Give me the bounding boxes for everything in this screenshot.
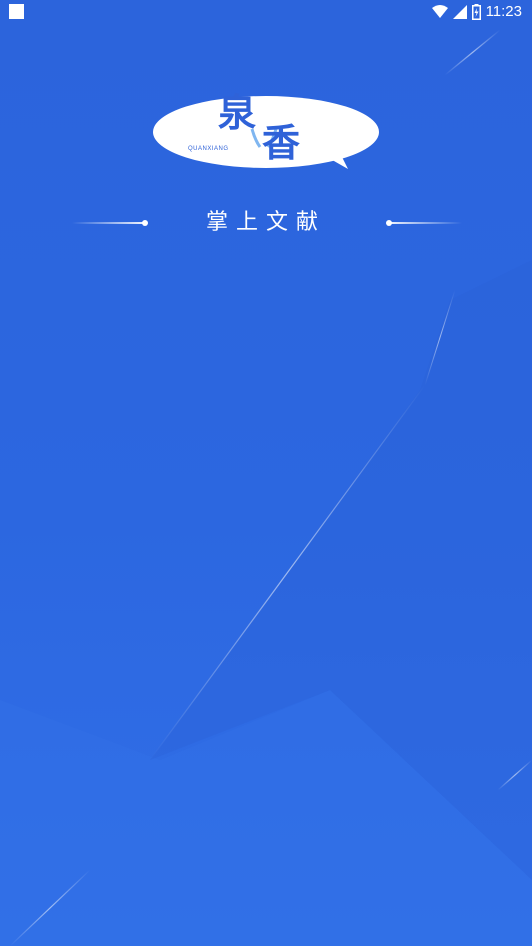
status-bar: 11:23	[0, 0, 532, 24]
tagline-dot-left	[142, 220, 148, 226]
logo-subtitle: QUANXIANG	[188, 146, 229, 152]
clock-time: 11:23	[485, 3, 522, 20]
wifi-icon	[431, 5, 448, 18]
tagline-text: 掌上文献	[205, 210, 326, 235]
signal-icon	[452, 5, 467, 19]
logo-char-top: 泉	[218, 90, 257, 135]
notification-square-icon	[9, 4, 24, 19]
tagline-line-left	[72, 222, 146, 224]
tagline: 掌上文献	[0, 206, 532, 240]
battery-icon	[471, 4, 481, 20]
tagline-line-right	[388, 222, 462, 224]
app-logo: 泉 香 QUANXIANG	[152, 90, 384, 173]
logo-char-bottom: 香	[262, 120, 301, 165]
status-icons: 11:23	[431, 2, 522, 22]
splash-screen: 11:23 泉 香 QUANXIANG 掌上文献	[0, 0, 532, 946]
